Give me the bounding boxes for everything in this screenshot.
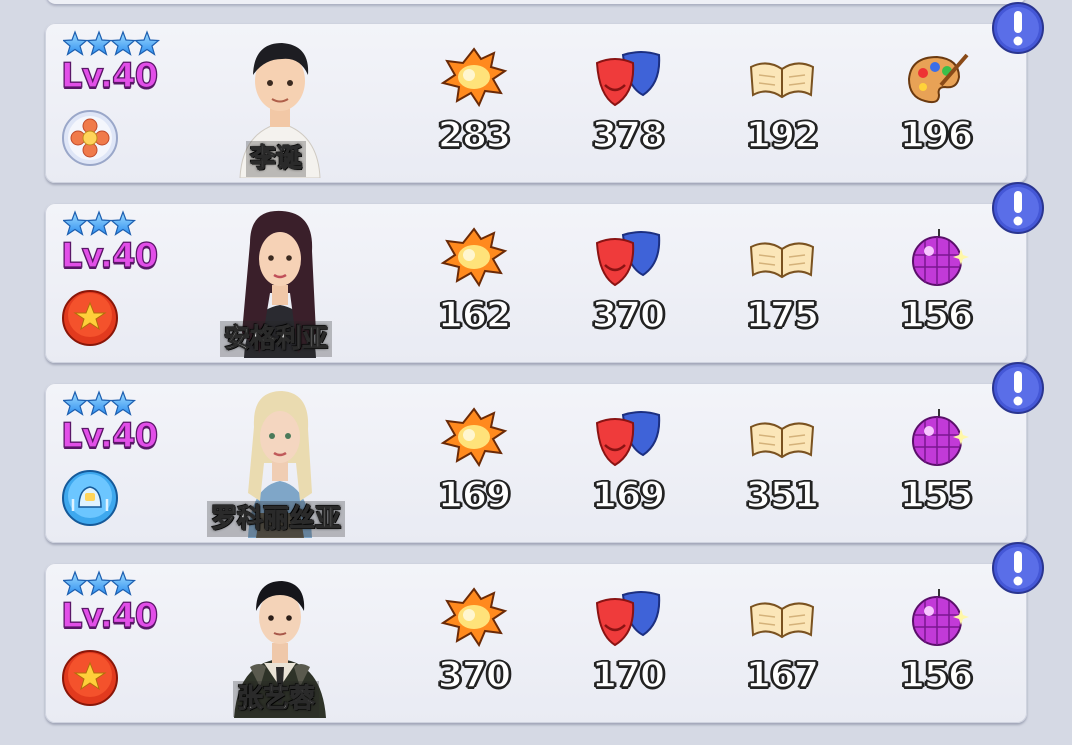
stat-value: 169 (591, 474, 666, 517)
stat-value: 155 (899, 474, 974, 517)
stat-value: 167 (745, 654, 820, 697)
character-card[interactable]: Lv.40 罗科丽丝亚 169 169 351 155 (45, 362, 1044, 543)
stat-value: 378 (591, 114, 666, 157)
alert-button[interactable] (991, 361, 1045, 415)
theater-masks-icon (593, 225, 663, 289)
stat-dance: 156 (881, 225, 991, 345)
theater-masks-icon (593, 405, 663, 469)
stat-explosive: 169 (419, 405, 529, 525)
level-label: Lv.40 (60, 415, 159, 456)
character-card[interactable]: Lv.40 李诞 283 378 192 196 (45, 2, 1044, 183)
stat-knowledge: 167 (727, 585, 837, 705)
alert-button[interactable] (991, 1, 1045, 55)
stat-knowledge: 192 (727, 45, 837, 165)
stat-dance: 156 (881, 585, 991, 705)
stat-drama: 170 (573, 585, 683, 705)
stat-value: 175 (745, 294, 820, 337)
level-label: Lv.40 (60, 595, 159, 636)
stat-drama: 169 (573, 405, 683, 525)
star-rating (63, 27, 163, 57)
stat-art: 196 (881, 45, 991, 165)
star-rating (63, 567, 163, 597)
stat-value: 162 (437, 294, 512, 337)
open-book-icon (747, 225, 817, 289)
explosion-icon (439, 405, 509, 469)
stat-value: 370 (437, 654, 512, 697)
open-book-icon (747, 585, 817, 649)
open-book-icon (747, 45, 817, 109)
explosion-icon (439, 45, 509, 109)
star-rating (63, 387, 163, 417)
palette-icon (901, 45, 971, 109)
stat-dance: 155 (881, 405, 991, 525)
alert-button[interactable] (991, 181, 1045, 235)
star-icon (86, 31, 112, 56)
character-name: 安格利亚 (219, 321, 333, 357)
stat-value: 283 (437, 114, 512, 157)
stat-drama: 378 (573, 45, 683, 165)
red-star-badge-icon[interactable] (61, 289, 119, 347)
star-icon (63, 31, 88, 56)
character-card[interactable]: Lv.40 张艺蓉 370 170 167 156 (45, 542, 1044, 723)
open-book-icon (747, 405, 817, 469)
stat-value: 351 (745, 474, 820, 517)
blue-bell-badge-icon[interactable] (61, 469, 119, 527)
disco-ball-icon (901, 225, 971, 289)
level-label: Lv.40 (60, 55, 159, 96)
star-icon (110, 31, 136, 56)
stat-value: 156 (899, 294, 974, 337)
stat-explosive: 283 (419, 45, 529, 165)
stat-explosive: 370 (419, 585, 529, 705)
stat-knowledge: 351 (727, 405, 837, 525)
disco-ball-icon (901, 405, 971, 469)
disco-ball-icon (901, 585, 971, 649)
alert-button[interactable] (991, 541, 1045, 595)
explosion-icon (439, 585, 509, 649)
stat-value: 192 (745, 114, 820, 157)
theater-masks-icon (593, 585, 663, 649)
character-card[interactable]: Lv.40 安格利亚 162 370 175 156 (45, 182, 1044, 363)
star-rating (63, 207, 163, 237)
character-name: 李诞 (245, 141, 307, 177)
explosion-icon (439, 225, 509, 289)
character-name: 张艺蓉 (232, 681, 320, 717)
stat-value: 196 (899, 114, 974, 157)
character-name: 罗科丽丝亚 (206, 501, 346, 537)
stat-drama: 370 (573, 225, 683, 345)
stat-value: 169 (437, 474, 512, 517)
level-label: Lv.40 (60, 235, 159, 276)
star-icon (134, 31, 160, 56)
theater-masks-icon (593, 45, 663, 109)
red-star-badge-icon[interactable] (61, 649, 119, 707)
flower-badge-icon[interactable] (61, 109, 119, 167)
stat-value: 156 (899, 654, 974, 697)
previous-card-edge (46, 0, 1026, 4)
stat-value: 170 (591, 654, 666, 697)
stat-value: 370 (591, 294, 666, 337)
stat-explosive: 162 (419, 225, 529, 345)
stat-knowledge: 175 (727, 225, 837, 345)
